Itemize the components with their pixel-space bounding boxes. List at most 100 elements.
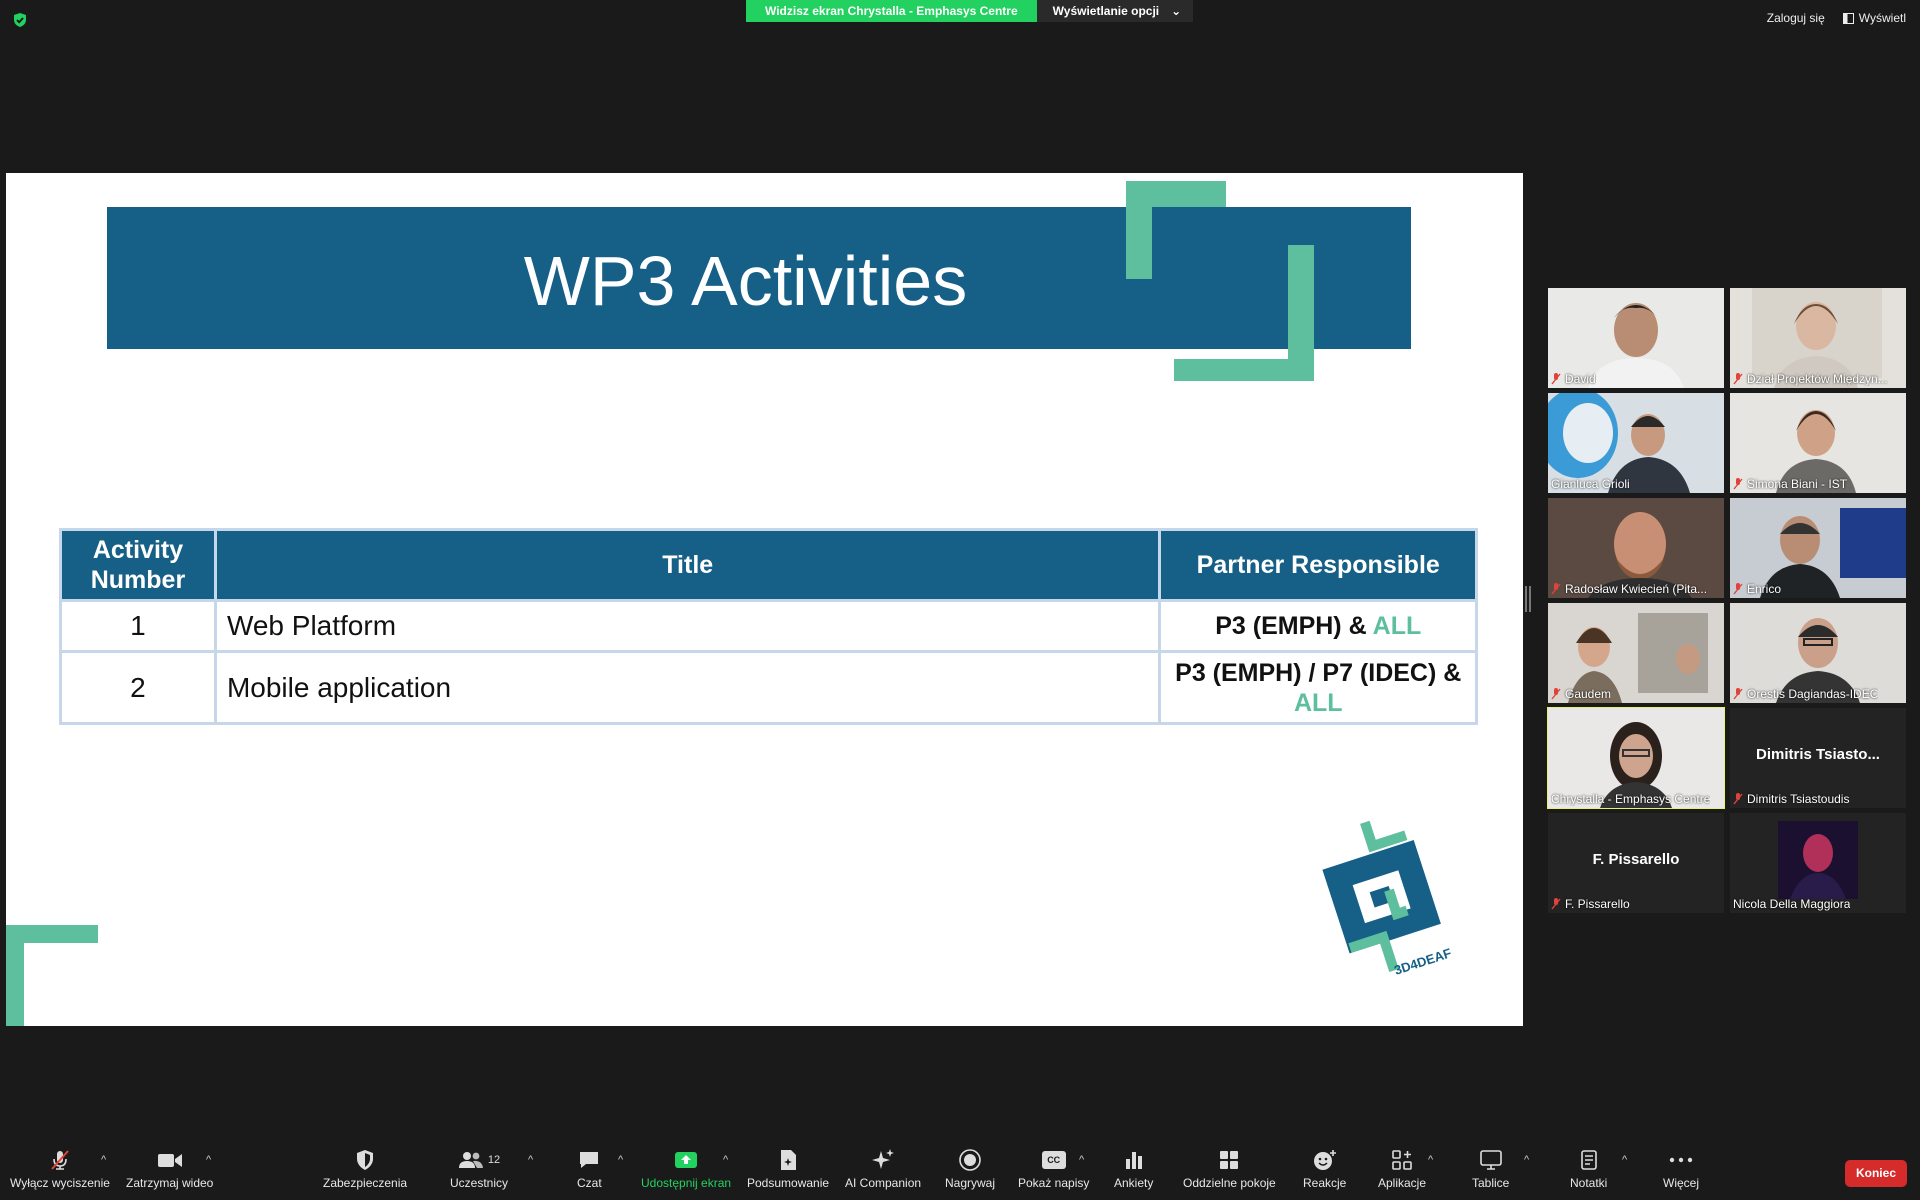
partner-main: P3 (EMPH) & [1215, 612, 1367, 640]
chevron-up-icon[interactable]: ^ [618, 1154, 623, 1166]
captions-label: Pokaż napisy [1018, 1176, 1090, 1190]
mic-muted-icon [1733, 373, 1743, 385]
chevron-up-icon[interactable]: ^ [1428, 1154, 1433, 1166]
chevron-down-icon: ⌄ [1171, 4, 1182, 18]
whiteboards-button[interactable]: Tablice [1472, 1148, 1509, 1190]
chevron-up-icon[interactable]: ^ [1524, 1154, 1529, 1166]
polls-button[interactable]: Ankiety [1114, 1148, 1153, 1190]
participant-tile[interactable]: F. Pissarello F. Pissarello [1548, 813, 1724, 913]
chevron-up-icon[interactable]: ^ [723, 1154, 728, 1166]
participant-display-name: F. Pissarello [1592, 851, 1680, 868]
summary-button[interactable]: Podsumowanie [747, 1148, 829, 1190]
participant-tile[interactable]: Simona Biani - IST [1730, 393, 1906, 493]
participant-tile[interactable]: Dział Projektów Międzyn... [1730, 288, 1906, 388]
security-button[interactable]: Zabezpieczenia [323, 1148, 407, 1190]
mic-muted-icon [1733, 688, 1743, 700]
more-label: Więcej [1663, 1176, 1700, 1190]
participant-tile[interactable]: Gianluca Grioli [1548, 393, 1724, 493]
people-icon [458, 1152, 483, 1168]
security-label: Zabezpieczenia [323, 1176, 408, 1190]
chevron-up-icon[interactable]: ^ [101, 1154, 106, 1166]
panel-resize-handle[interactable] [1525, 586, 1531, 612]
participant-tile[interactable]: David [1548, 288, 1724, 388]
mic-muted-icon [1551, 898, 1561, 910]
participant-name: Chrystalla - Emphasys Centre [1551, 792, 1711, 806]
closed-captions-icon: CC [1041, 1151, 1066, 1169]
chat-bubble-icon [580, 1152, 599, 1168]
participant-tile[interactable]: Orestis Dagiandas-IDEC [1730, 603, 1906, 703]
participant-tile[interactable]: Dimitris Tsiasto... Dimitris Tsiastoudis [1730, 708, 1906, 808]
participant-tile[interactable]: Gaudem [1548, 603, 1724, 703]
table-row: 2 Mobile application P3 (EMPH) / P7 (IDE… [59, 650, 1478, 725]
apps-button[interactable]: Aplikacje [1378, 1148, 1426, 1190]
header-partner: Partner Responsible [1158, 528, 1478, 602]
mic-muted-icon [1733, 793, 1743, 805]
video-camera-icon [157, 1154, 182, 1167]
participants-count: 12 [487, 1154, 501, 1166]
participant-tile[interactable]: Enrico [1730, 498, 1906, 598]
participant-name: Dział Projektów Międzyn... [1733, 372, 1888, 386]
mic-muted-icon [1551, 688, 1561, 700]
chevron-up-icon[interactable]: ^ [1079, 1154, 1084, 1166]
apps-label: Aplikacje [1378, 1176, 1427, 1190]
participants-button[interactable]: 12 Uczestnicy [450, 1148, 508, 1190]
ai-companion-button[interactable]: AI Companion [845, 1148, 921, 1190]
breakout-rooms-label: Oddzielne pokoje [1183, 1176, 1276, 1190]
share-screen-button[interactable]: Udostępnij ekran [641, 1148, 731, 1190]
decorative-corner-shape [1126, 181, 1314, 381]
table-row: 1 Web Platform P3 (EMPH) & ALL [59, 599, 1478, 653]
meeting-toolbar: Wyłącz wyciszenie ^ Zatrzymaj wideo ^ Za… [0, 1138, 1920, 1200]
reactions-label: Reakcje [1303, 1176, 1347, 1190]
notes-label: Notatki [1570, 1176, 1608, 1190]
chevron-up-icon[interactable]: ^ [206, 1154, 211, 1166]
participant-tile-active-speaker[interactable]: Chrystalla - Emphasys Centre [1547, 707, 1725, 809]
top-right-controls: Zaloguj się Wyświetl [1767, 11, 1906, 25]
breakout-rooms-icon [1220, 1151, 1239, 1169]
shared-screen-slide: WP3 Activities Activity Number Title Par… [6, 173, 1523, 1026]
participant-tile[interactable]: Radosław Kwiecień (Pita... [1548, 498, 1724, 598]
project-logo: 3D4DEAF [1306, 813, 1456, 983]
mic-muted-icon [1551, 373, 1561, 385]
partner-responsible: P3 (EMPH) / P7 (IDEC) & ALL [1158, 650, 1478, 725]
share-banner-text: Widzisz ekran Chrystalla - Emphasys Cent… [746, 0, 1037, 22]
record-icon [959, 1149, 981, 1171]
notes-icon [1580, 1150, 1597, 1170]
logo-mark-icon: 3D4DEAF [1322, 820, 1453, 978]
activity-title: Web Platform [213, 599, 1162, 653]
record-button[interactable]: Nagrywaj [945, 1148, 995, 1190]
stop-video-button[interactable]: Zatrzymaj wideo [126, 1148, 213, 1190]
participant-name: Radosław Kwiecień (Pita... [1551, 582, 1707, 596]
whiteboards-label: Tablice [1472, 1176, 1510, 1190]
participant-name: Gaudem [1551, 687, 1611, 701]
view-options-button[interactable]: Wyświetlanie opcji ⌄ [1036, 0, 1194, 22]
login-link[interactable]: Zaloguj się [1767, 11, 1825, 25]
chevron-up-icon[interactable]: ^ [1622, 1154, 1627, 1166]
shield-check-icon[interactable] [12, 12, 28, 28]
activities-table: Activity Number Title Partner Responsibl… [59, 528, 1478, 725]
header-title: Title [213, 528, 1162, 602]
unmute-button[interactable]: Wyłącz wyciszenie [10, 1148, 110, 1190]
participant-name: Orestis Dagiandas-IDEC [1733, 687, 1878, 701]
partner-main: P3 (EMPH) / P7 (IDEC) & [1175, 658, 1462, 687]
mic-muted-icon [1733, 583, 1743, 595]
view-button[interactable]: Wyświetl [1842, 11, 1906, 25]
notes-button[interactable]: Notatki [1570, 1148, 1607, 1190]
decorative-corner-shape [6, 925, 98, 1026]
table-header-row: Activity Number Title Partner Responsibl… [59, 528, 1478, 602]
chevron-up-icon[interactable]: ^ [528, 1154, 533, 1166]
shield-icon [357, 1150, 374, 1170]
unmute-label: Wyłącz wyciszenie [10, 1176, 110, 1190]
more-button[interactable]: Więcej [1663, 1148, 1699, 1190]
smiley-icon [1313, 1150, 1336, 1170]
mic-muted-icon [1551, 583, 1561, 595]
breakout-rooms-button[interactable]: Oddzielne pokoje [1183, 1148, 1276, 1190]
grid-view-icon [1842, 12, 1854, 24]
stop-video-label: Zatrzymaj wideo [126, 1176, 214, 1190]
apps-icon [1392, 1150, 1412, 1170]
document-sparkle-icon [781, 1150, 797, 1170]
reactions-button[interactable]: Reakcje [1303, 1148, 1346, 1190]
end-meeting-button[interactable]: Koniec [1845, 1160, 1907, 1187]
chat-label: Czat [577, 1176, 602, 1190]
chat-button[interactable]: Czat [577, 1148, 602, 1190]
participant-tile[interactable]: Nicola Della Maggiora [1730, 813, 1906, 913]
